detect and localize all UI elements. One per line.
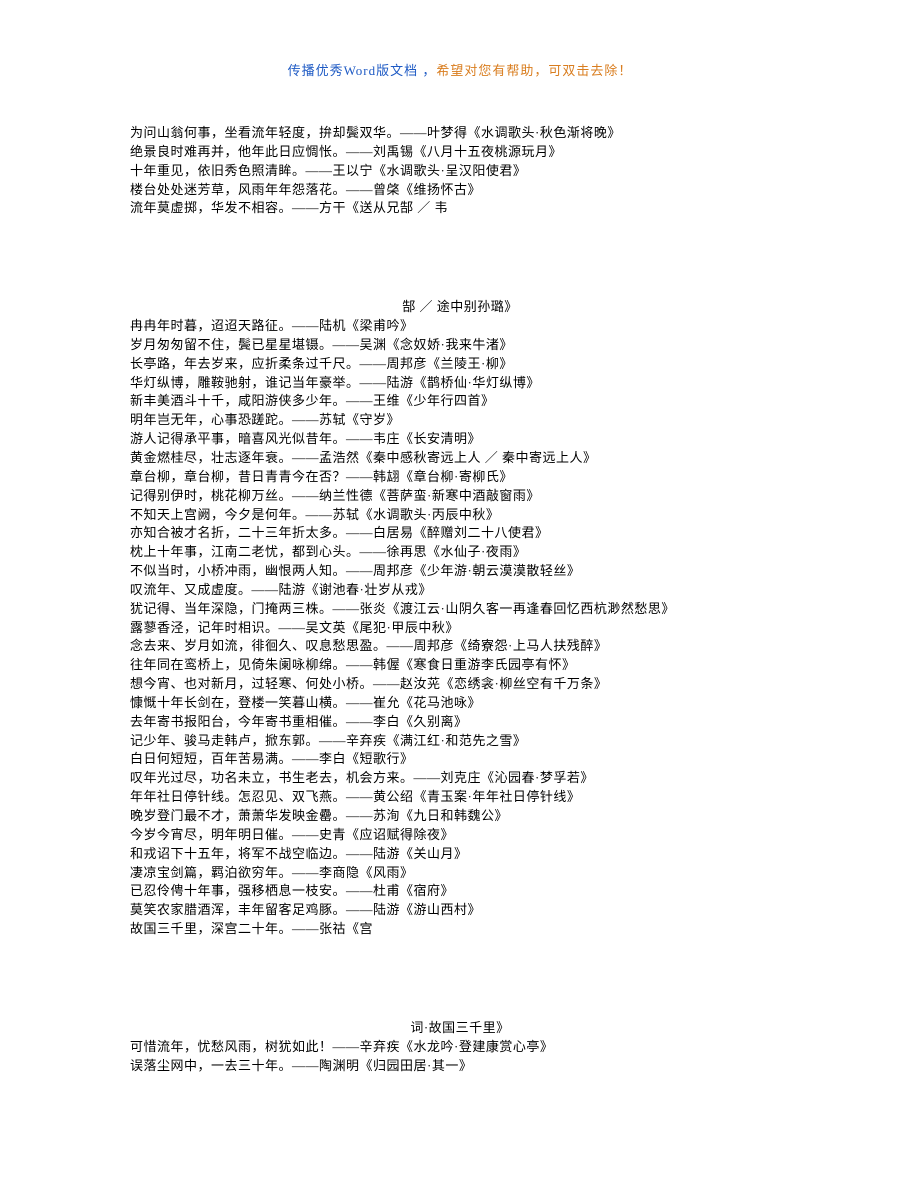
poetry-line: 叹流年、又成虚度。——陆游《谢池春·壮岁从戎》 xyxy=(130,581,790,600)
poetry-line: 误落尘网中，一去三十年。——陶渊明《归园田居·其一》 xyxy=(130,1057,790,1076)
poetry-line: 绝景良时难再并，他年此日应惆怅。——刘禹锡《八月十五夜桃源玩月》 xyxy=(130,143,790,162)
poetry-line: 亦知合被才名折，二十三年折太多。——白居易《醉赠刘二十八使君》 xyxy=(130,524,790,543)
poetry-line: 可惜流年，忧愁风雨，树犹如此！——辛弃疾《水龙吟·登建康赏心亭》 xyxy=(130,1038,790,1057)
poetry-line: 年年社日停针线。怎忍见、双飞燕。——黄公绍《青玉案·年年社日停针线》 xyxy=(130,788,790,807)
poetry-line: 露蓼香泾，记年时相识。——吴文英《尾犯·甲辰中秋》 xyxy=(130,619,790,638)
poetry-line: 已忍伶俜十年事，强移栖息一枝安。——杜甫《宿府》 xyxy=(130,882,790,901)
continuation-line: 词·故国三千里》 xyxy=(130,1019,790,1038)
poetry-line: 记得别伊时，桃花柳万丝。——纳兰性德《菩萨蛮·新寒中酒敲窗雨》 xyxy=(130,487,790,506)
poetry-line: 游人记得承平事，暗喜风光似昔年。——韦庄《长安清明》 xyxy=(130,430,790,449)
poetry-line: 想今宵、也对新月，过轻寒、何处小桥。——赵汝茪《恋绣衾·柳丝空有千万条》 xyxy=(130,675,790,694)
poetry-line: 晚岁登门最不才，萧萧华发映金罍。——苏洵《九日和韩魏公》 xyxy=(130,807,790,826)
poetry-line: 不知天上宫阙，今夕是何年。——苏轼《水调歌头·丙辰中秋》 xyxy=(130,506,790,525)
poetry-line: 明年岂无年，心事恐蹉跎。——苏轼《守岁》 xyxy=(130,411,790,430)
poetry-line: 新丰美酒斗十千，咸阳游侠多少年。——王维《少年行四首》 xyxy=(130,392,790,411)
poetry-block-2: 冉冉年时暮，迢迢天路征。——陆机《梁甫吟》 岁月匆匆留不住，鬓已星星堪镊。——吴… xyxy=(130,317,790,939)
header-text-orange: 希望对您有帮助，可双击去除！ xyxy=(436,63,632,78)
poetry-line: 岁月匆匆留不住，鬓已星星堪镊。——吴渊《念奴娇·我来牛渚》 xyxy=(130,336,790,355)
poetry-line: 犹记得、当年深隐，门掩两三株。——张炎《渡江云·山阴久客一再逢春回忆西杭渺然愁思… xyxy=(130,600,790,619)
poetry-line: 流年莫虚掷，华发不相容。——方干《送从兄郜 ／ 韦 xyxy=(130,199,790,218)
poetry-block-1: 为问山翁何事，坐看流年轻度，拚却鬓双华。——叶梦得《水调歌头·秋色渐将晚》 绝景… xyxy=(130,124,790,218)
header-text-blue: 传播优秀Word版文档 ， xyxy=(288,63,437,78)
poetry-line: 去年寄书报阳台，今年寄书重相催。——李白《久别离》 xyxy=(130,713,790,732)
poetry-line: 往年同在鸾桥上，见倚朱阑咏柳绵。——韩偓《寒食日重游李氏园亭有怀》 xyxy=(130,656,790,675)
poetry-line: 章台柳，章台柳，昔日青青今在否？——韩翃《章台柳·寄柳氏》 xyxy=(130,468,790,487)
poetry-line: 念去来、岁月如流，徘徊久、叹息愁思盈。——周邦彦《绮寮怨·上马人扶残醉》 xyxy=(130,637,790,656)
poetry-line: 今岁今宵尽，明年明日催。——史青《应诏赋得除夜》 xyxy=(130,826,790,845)
poetry-line: 不似当时，小桥冲雨，幽恨两人知。——周邦彦《少年游·朝云漠漠散轻丝》 xyxy=(130,562,790,581)
poetry-line: 十年重见，依旧秀色照清眸。——王以宁《水调歌头·呈汉阳使君》 xyxy=(130,162,790,181)
poetry-line: 和戎诏下十五年，将军不战空临边。——陆游《关山月》 xyxy=(130,845,790,864)
poetry-line: 华灯纵博，雕鞍驰射，谁记当年豪举。——陆游《鹊桥仙·华灯纵博》 xyxy=(130,374,790,393)
poetry-line: 慷慨十年长剑在，登楼一笑暮山横。——崔允《花马池咏》 xyxy=(130,694,790,713)
poetry-block-3: 可惜流年，忧愁风雨，树犹如此！——辛弃疾《水龙吟·登建康赏心亭》 误落尘网中，一… xyxy=(130,1038,790,1076)
poetry-line: 叹年光过尽，功名未立，书生老去，机会方来。——刘克庄《沁园春·梦孚若》 xyxy=(130,769,790,788)
poetry-line: 枕上十年事，江南二老忧，都到心头。——徐再思《水仙子·夜雨》 xyxy=(130,543,790,562)
poetry-line: 楼台处处迷芳草，风雨年年怨落花。——曾棨《维扬怀古》 xyxy=(130,181,790,200)
poetry-line: 冉冉年时暮，迢迢天路征。——陆机《梁甫吟》 xyxy=(130,317,790,336)
poetry-line: 长亭路，年去岁来，应折柔条过千尺。——周邦彦《兰陵王·柳》 xyxy=(130,355,790,374)
poetry-line: 凄凉宝剑篇，羁泊欲穷年。——李商隐《风雨》 xyxy=(130,864,790,883)
poetry-line: 故国三千里，深宫二十年。——张祜《宫 xyxy=(130,920,790,939)
poetry-line: 黄金燃桂尽，壮志逐年衰。——孟浩然《秦中感秋寄远上人 ／ 秦中寄远上人》 xyxy=(130,449,790,468)
poetry-line: 白日何短短，百年苦易满。——李白《短歌行》 xyxy=(130,750,790,769)
poetry-line: 莫笑农家腊酒浑，丰年留客足鸡豚。——陆游《游山西村》 xyxy=(130,901,790,920)
poetry-line: 为问山翁何事，坐看流年轻度，拚却鬓双华。——叶梦得《水调歌头·秋色渐将晚》 xyxy=(130,124,790,143)
poetry-line: 记少年、骏马走韩卢，掀东郭。——辛弃疾《满江红·和范先之雪》 xyxy=(130,732,790,751)
continuation-line: 郜 ／ 途中别孙璐》 xyxy=(130,298,790,317)
document-header: 传播优秀Word版文档 ，希望对您有帮助，可双击去除！ xyxy=(130,60,790,79)
